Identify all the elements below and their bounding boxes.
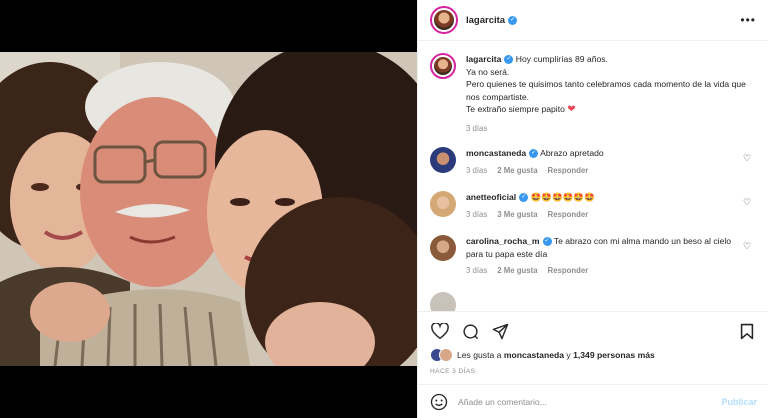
post-view: lagarcita ✓ ••• lagarcita ✓ Hoy cumpliría…	[0, 0, 768, 418]
verified-badge-icon: ✓	[508, 15, 518, 25]
red-heart-icon: ❤	[567, 104, 576, 115]
caption-time: 3 días	[466, 123, 488, 133]
caption: lagarcita ✓ Hoy cumplirías 89 años. Ya no…	[430, 53, 757, 135]
comment-item: moncastaneda ✓ Abrazo apretado 3 días 2 M…	[430, 147, 757, 177]
caption-line: Hoy cumplirías 89 años.	[515, 54, 608, 64]
commenter-username[interactable]: anetteoficial	[466, 192, 516, 202]
comment-bubble-icon[interactable]	[460, 321, 480, 341]
post-time-ago: HACE 3 DÍAS	[430, 368, 476, 375]
comment-text: 🤩🤩🤩🤩🤩🤩	[530, 192, 595, 202]
author-username[interactable]: lagarcita	[466, 15, 505, 26]
commenter-avatar[interactable]	[430, 235, 456, 261]
verified-badge-icon: ✓	[504, 55, 514, 65]
like-comment-heart-icon[interactable]: ♡	[743, 241, 753, 251]
commenter-username[interactable]: carolina_rocha_m	[466, 236, 540, 246]
liked-by-prefix: Les gusta a	[457, 350, 502, 360]
more-options-icon[interactable]: •••	[740, 13, 756, 27]
comment-time: 3 días	[466, 266, 488, 275]
liked-by-user[interactable]: moncastaneda	[504, 350, 564, 360]
media-area	[0, 0, 417, 418]
comment-item: carolina_rocha_m ✓ Te abrazo con mi alma …	[430, 235, 757, 278]
post-side-panel: lagarcita ✓ ••• lagarcita ✓ Hoy cumpliría…	[417, 0, 768, 418]
like-heart-icon[interactable]	[430, 321, 450, 341]
share-send-icon[interactable]	[490, 321, 510, 341]
caption-avatar[interactable]	[430, 53, 456, 79]
save-bookmark-icon[interactable]	[737, 321, 757, 341]
like-comment-heart-icon[interactable]: ♡	[743, 197, 753, 207]
commenter-username[interactable]: moncastaneda	[466, 148, 526, 158]
caption-line: Te extraño siempre papito	[466, 104, 565, 114]
comments-list: lagarcita ✓ Hoy cumplirías 89 años. Ya no…	[418, 41, 768, 311]
comment-likes[interactable]: 2 Me gusta	[497, 265, 537, 278]
reply-button[interactable]: Responder	[548, 265, 589, 278]
reply-button[interactable]: Responder	[548, 165, 589, 178]
caption-line: Ya no será.	[466, 66, 510, 77]
comment-item: anetteoficial ✓ 🤩🤩🤩🤩🤩🤩 3 días 3 Me gusta …	[430, 191, 757, 221]
emoji-smiley-icon[interactable]	[430, 393, 448, 411]
caption-line: Pero quienes te quisimos tanto celebramo…	[466, 79, 746, 102]
post-photo[interactable]	[0, 52, 417, 366]
comment-item-partial	[430, 291, 757, 311]
author-avatar[interactable]	[430, 6, 458, 34]
verified-badge-icon: ✓	[542, 237, 552, 247]
commenter-avatar[interactable]	[430, 291, 456, 311]
like-comment-heart-icon[interactable]: ♡	[743, 153, 753, 163]
comment-likes[interactable]: 2 Me gusta	[497, 165, 537, 178]
comment-text: Abrazo apretado	[540, 148, 604, 158]
likes-summary: Les gusta a moncastaneda y 1,349 persona…	[430, 348, 757, 362]
commenter-avatar[interactable]	[430, 191, 456, 217]
comment-composer: Publicar	[418, 384, 768, 418]
liked-by-count[interactable]: 1,349 personas más	[573, 350, 655, 360]
comment-input[interactable]	[458, 396, 688, 407]
post-actions: Les gusta a moncastaneda y 1,349 persona…	[418, 311, 768, 375]
caption-username[interactable]: lagarcita	[466, 54, 501, 64]
commenter-avatar[interactable]	[430, 147, 456, 173]
publish-button[interactable]: Publicar	[721, 397, 757, 407]
reply-button[interactable]: Responder	[548, 209, 589, 222]
comment-time: 3 días	[466, 209, 488, 219]
liker-avatar[interactable]	[439, 348, 453, 362]
verified-badge-icon: ✓	[529, 149, 539, 159]
photo-illustration	[0, 52, 417, 366]
liked-by-and: y	[566, 350, 571, 360]
post-header: lagarcita ✓ •••	[418, 0, 768, 41]
comment-time: 3 días	[466, 165, 488, 175]
comment-likes[interactable]: 3 Me gusta	[497, 209, 537, 222]
verified-badge-icon: ✓	[519, 193, 529, 203]
